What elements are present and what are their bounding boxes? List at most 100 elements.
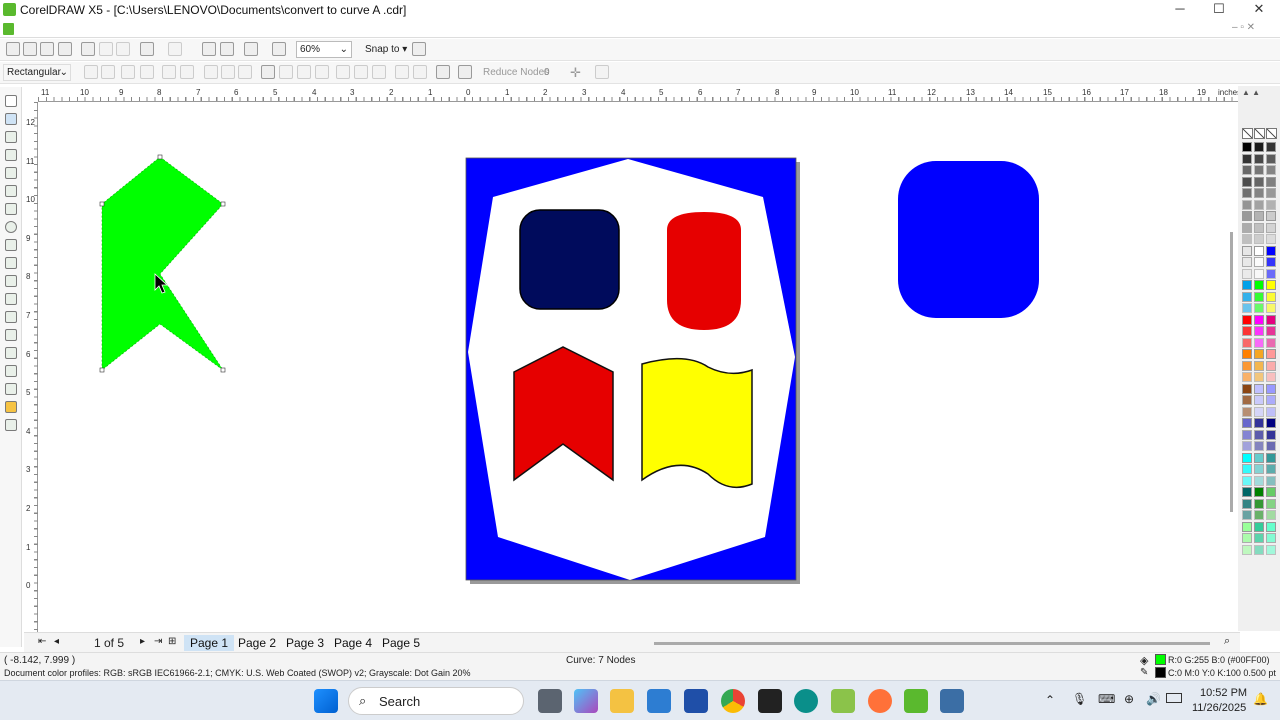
color-palette[interactable]: ▲ ▲ (1238, 86, 1280, 631)
palette-swatch[interactable] (1266, 153, 1276, 164)
welcome-screen-icon[interactable] (272, 42, 286, 56)
table-tool-icon[interactable] (5, 293, 17, 305)
palette-swatch[interactable] (1266, 245, 1276, 256)
palette-swatch[interactable] (1266, 326, 1276, 336)
palette-swatch[interactable] (1254, 372, 1264, 382)
outline-color-swatch[interactable] (1155, 667, 1166, 678)
select-all-nodes-icon[interactable] (436, 65, 450, 79)
palette-swatch[interactable] (1242, 165, 1252, 175)
palette-swatch[interactable] (1242, 314, 1252, 325)
task-view-icon[interactable] (538, 689, 562, 713)
last-page-button[interactable]: ⇥ (154, 636, 162, 647)
palette-swatch[interactable] (1266, 211, 1276, 221)
navy-rounded-square[interactable] (519, 209, 620, 310)
taskbar-search[interactable]: ⌕ Search (348, 687, 524, 715)
app-green-icon[interactable] (831, 689, 855, 713)
zoom-tool-icon[interactable] (5, 149, 17, 161)
palette-swatch[interactable] (1266, 452, 1276, 463)
cusp-node-icon[interactable] (204, 65, 218, 79)
palette-swatch[interactable] (1242, 188, 1252, 198)
palette-swatch[interactable] (1242, 521, 1252, 532)
pen-app-icon[interactable] (758, 689, 782, 713)
palette-scroll-up-icon[interactable]: ▲ ▲ (1242, 88, 1260, 97)
palette-swatch[interactable] (1254, 280, 1264, 290)
reflect-nodes-v-icon[interactable] (395, 65, 409, 79)
palette-swatch[interactable] (1266, 337, 1276, 348)
edge-icon[interactable] (794, 689, 818, 713)
palette-swatch[interactable] (1254, 165, 1264, 175)
copilot-icon[interactable] (574, 689, 598, 713)
select-nodes-icon[interactable] (595, 65, 609, 79)
palette-swatch[interactable] (1242, 544, 1252, 555)
palette-swatch[interactable] (1242, 383, 1252, 394)
palette-swatch[interactable] (1242, 418, 1252, 428)
rotate-nodes-icon[interactable] (336, 65, 350, 79)
palette-swatch[interactable] (1254, 498, 1264, 509)
palette-swatch[interactable] (1254, 268, 1264, 279)
horizontal-scrollbar[interactable] (654, 642, 1210, 645)
palette-swatch[interactable] (1242, 142, 1252, 152)
red-capsule-shape[interactable] (667, 212, 741, 330)
palette-swatch[interactable] (1266, 498, 1276, 509)
palette-swatch[interactable] (1242, 176, 1252, 187)
zoom-page-icon[interactable]: ⌕ (1224, 635, 1230, 648)
palette-swatch[interactable] (1242, 429, 1252, 440)
freehand-tool-icon[interactable] (5, 167, 17, 179)
keyboard-icon[interactable]: ⌨ (1098, 692, 1115, 706)
page-tab-4[interactable]: Page 4 (328, 635, 378, 651)
elastic-mode-icon[interactable] (413, 65, 427, 79)
palette-swatch[interactable] (1266, 222, 1276, 233)
extract-subpath-icon[interactable] (297, 65, 311, 79)
palette-swatch[interactable] (1266, 234, 1276, 244)
add-node-icon[interactable] (84, 65, 98, 79)
palette-swatch[interactable] (1254, 544, 1264, 555)
maximize-button[interactable]: ☐ (1199, 0, 1239, 20)
palette-swatch[interactable] (1266, 418, 1276, 428)
reflect-nodes-h-icon[interactable] (372, 65, 386, 79)
palette-swatch[interactable] (1242, 464, 1252, 474)
chrome-icon[interactable] (721, 689, 745, 713)
interactive-fill-tool-icon[interactable] (5, 419, 17, 431)
pick-tool-icon[interactable] (5, 95, 17, 107)
palette-swatch[interactable] (1254, 234, 1264, 244)
paste-icon[interactable] (116, 42, 130, 56)
smart-fill-tool-icon[interactable] (5, 185, 17, 197)
redo-icon[interactable] (168, 42, 182, 56)
firefox-icon[interactable] (868, 689, 892, 713)
palette-swatch[interactable] (1242, 452, 1252, 463)
import-icon[interactable] (202, 42, 216, 56)
palette-swatch[interactable] (1242, 487, 1252, 497)
palette-swatch[interactable] (1254, 418, 1264, 428)
palette-swatch[interactable] (1266, 395, 1276, 405)
palette-swatch[interactable] (1242, 337, 1252, 348)
symmetrical-node-icon[interactable] (238, 65, 252, 79)
fill-tool-icon[interactable] (5, 401, 17, 413)
palette-swatch[interactable] (1242, 268, 1252, 279)
dimension-tool-icon[interactable] (5, 311, 17, 323)
doc-window-controls[interactable]: – ▫ ✕ (1232, 22, 1255, 33)
palette-swatch[interactable] (1254, 406, 1264, 417)
no-color-swatch[interactable] (1254, 128, 1265, 139)
palette-swatch[interactable] (1254, 349, 1264, 359)
save-icon[interactable] (40, 42, 54, 56)
palette-swatch[interactable] (1242, 406, 1252, 417)
store-icon[interactable] (647, 689, 671, 713)
file-explorer-icon[interactable] (610, 689, 634, 713)
add-page-button[interactable]: ⊞ (168, 636, 176, 647)
palette-swatch[interactable] (1254, 303, 1264, 313)
canvas-svg[interactable] (38, 102, 1226, 632)
node-handle[interactable] (157, 154, 163, 160)
app-l-icon[interactable] (684, 689, 708, 713)
first-page-button[interactable]: ⇤ (38, 636, 46, 647)
ellipse-tool-icon[interactable] (5, 221, 17, 233)
network-icon[interactable]: ⊕ (1124, 692, 1134, 706)
coreldraw-taskbar-icon[interactable] (904, 689, 928, 713)
palette-swatch[interactable] (1254, 429, 1264, 440)
palette-swatch[interactable] (1266, 406, 1276, 417)
drawing-canvas[interactable] (38, 102, 1233, 632)
palette-swatch[interactable] (1266, 429, 1276, 440)
palette-swatch[interactable] (1266, 383, 1276, 394)
palette-swatch[interactable] (1254, 199, 1264, 210)
palette-swatch[interactable] (1242, 303, 1252, 313)
palette-swatch[interactable] (1242, 257, 1252, 267)
